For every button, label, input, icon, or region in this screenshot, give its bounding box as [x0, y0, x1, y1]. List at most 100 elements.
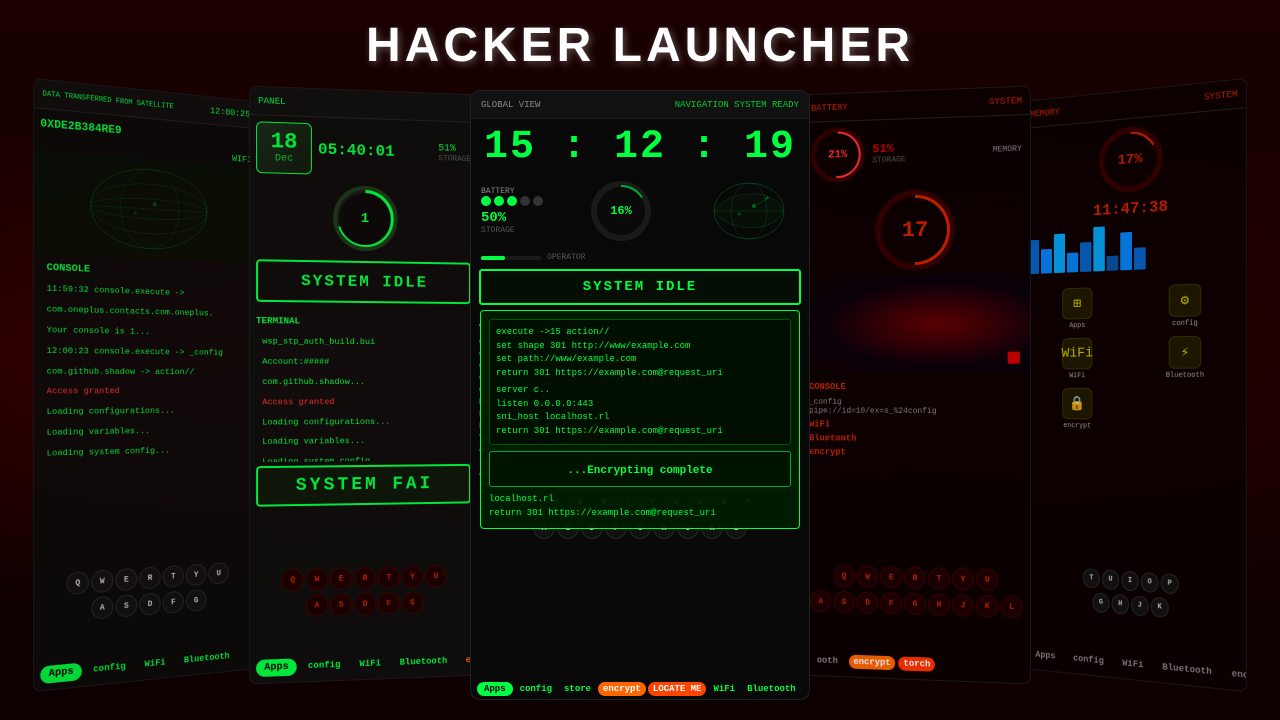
key-h-fr[interactable]: H	[1112, 594, 1129, 615]
battery-pct-right: 21%	[828, 149, 847, 161]
tab-bluetooth-center[interactable]: Bluetooth	[742, 682, 801, 696]
key-u-r[interactable]: U	[976, 568, 998, 591]
key-g-r[interactable]: G	[904, 593, 926, 616]
key-i-fr[interactable]: I	[1121, 570, 1139, 591]
tab-apps-center[interactable]: Apps	[477, 682, 513, 696]
key-h-r[interactable]: H	[928, 593, 950, 616]
date-time-row: 18 Dec 05:40:01 51% STORAGE	[250, 115, 477, 185]
bar-6	[1093, 226, 1104, 271]
battery-circle-value: 16%	[610, 204, 632, 218]
bar-7	[1107, 256, 1119, 271]
battery-gauge: 16%	[591, 181, 651, 241]
battery-dot-5	[533, 196, 543, 206]
key-e-r[interactable]: E	[880, 566, 902, 588]
tab-wifi-left[interactable]: WiFi	[351, 655, 388, 672]
key-t-l[interactable]: T	[378, 566, 400, 588]
icon-bluetooth[interactable]: ⚡ Bluetooth	[1134, 335, 1238, 380]
tab-apps-left[interactable]: Apps	[256, 658, 297, 677]
key-o-fr[interactable]: O	[1141, 572, 1159, 593]
key-q-r[interactable]: Q	[833, 565, 854, 587]
key-r-r[interactable]: R	[904, 567, 926, 590]
key-y[interactable]: Y	[186, 563, 207, 586]
key-j-r[interactable]: J	[952, 594, 974, 617]
key-u-l[interactable]: U	[425, 565, 446, 587]
key-w[interactable]: W	[91, 569, 113, 593]
icon-encrypt: 🔒 encrypt	[1030, 388, 1126, 431]
key-g-l[interactable]: G	[402, 591, 424, 613]
tab-ooth-right[interactable]: ooth	[809, 652, 846, 669]
key-w-l[interactable]: W	[306, 568, 328, 591]
key-s-r[interactable]: S	[833, 591, 854, 613]
tab-apps[interactable]: Apps	[40, 662, 82, 684]
key-t-r[interactable]: T	[928, 567, 950, 590]
terminal-output: wsp_stp_auth_build.bui Account:##### com…	[250, 330, 477, 462]
key-s[interactable]: S	[115, 594, 137, 618]
key-k-fr[interactable]: K	[1151, 597, 1169, 619]
panel-right: BATTERY SYSTEM 21% 51% STORAGE MEMORY	[802, 85, 1031, 684]
bar-charts-far-right	[1023, 211, 1246, 282]
tab-config[interactable]: config	[85, 658, 134, 679]
icon-config: ⚙ config	[1134, 282, 1238, 329]
key-e-l[interactable]: E	[330, 567, 352, 590]
system-idle-center: SYSTEM IDLE	[479, 269, 801, 305]
key-y-l[interactable]: Y	[402, 566, 424, 588]
key-a-r[interactable]: A	[810, 590, 831, 612]
key-f-l[interactable]: F	[378, 592, 400, 615]
tab-apps-fr[interactable]: Apps	[1028, 646, 1063, 665]
tab-bluetooth-far-left[interactable]: Bluetooth	[176, 648, 237, 670]
key-r[interactable]: R	[139, 566, 161, 589]
tab-wifi-center[interactable]: WiFi	[708, 682, 740, 696]
bar-2	[1041, 249, 1052, 274]
key-w-r[interactable]: W	[857, 566, 879, 588]
tab-wifi-far-left[interactable]: WiFi	[137, 654, 174, 674]
tab-encrypt-right[interactable]: encrypt	[849, 655, 896, 671]
key-t-fr[interactable]: T	[1083, 568, 1100, 589]
topbar-satellite-text: DATA TRANSFERRED FROM SATELLITE	[42, 90, 173, 111]
tab-config-left[interactable]: config	[300, 657, 349, 675]
key-q[interactable]: Q	[66, 571, 89, 595]
key-q-l[interactable]: Q	[282, 568, 304, 591]
right-panel-tabs: ooth encrypt torch	[803, 645, 1030, 683]
center-tabs: Apps config store encrypt LOCATE ME WiFi…	[471, 679, 809, 699]
key-f-r[interactable]: F	[880, 592, 902, 615]
key-g[interactable]: G	[186, 589, 207, 612]
tab-locate-center[interactable]: LOCATE ME	[648, 682, 707, 696]
tab-wifi-fr[interactable]: WiFi	[1114, 655, 1151, 675]
tab-encrypt-fr[interactable]: encrypt	[1223, 665, 1247, 687]
key-y-r[interactable]: Y	[952, 568, 974, 591]
console-label-right: CONSOLE	[803, 374, 1030, 396]
key-j-fr[interactable]: J	[1131, 595, 1149, 616]
console-label: CONSOLE	[40, 258, 96, 279]
key-u[interactable]: U	[208, 562, 228, 585]
tab-config-center[interactable]: config	[515, 682, 557, 696]
tab-config-fr[interactable]: config	[1066, 650, 1112, 670]
key-g-fr[interactable]: G	[1092, 592, 1109, 613]
popup-overlay: execute ->15 action// set shape 301 http…	[480, 310, 800, 529]
key-a[interactable]: A	[91, 596, 113, 620]
key-r-l[interactable]: R	[354, 567, 376, 590]
key-e[interactable]: E	[115, 568, 137, 592]
key-d[interactable]: D	[139, 592, 161, 616]
key-l-r[interactable]: L	[1000, 595, 1022, 618]
key-d-r[interactable]: D	[857, 591, 879, 613]
tab-torch-right[interactable]: torch	[899, 656, 936, 671]
tab-store-center[interactable]: store	[559, 682, 596, 696]
gauge-area: 1	[250, 179, 477, 257]
key-u-fr[interactable]: U	[1102, 569, 1119, 590]
key-a-l[interactable]: A	[306, 594, 328, 617]
key-f[interactable]: F	[163, 591, 184, 614]
bar-3	[1054, 234, 1065, 274]
tab-encrypt-center[interactable]: encrypt	[598, 682, 646, 696]
storage-pct-right: 51%	[872, 141, 905, 156]
key-s-l[interactable]: S	[330, 593, 352, 616]
bar-5	[1080, 242, 1091, 272]
key-k-r[interactable]: K	[976, 595, 998, 618]
tab-bluetooth-fr[interactable]: Bluetooth	[1154, 658, 1220, 681]
storage-label-right: STORAGE	[872, 155, 905, 165]
key-d-l[interactable]: D	[354, 593, 376, 616]
key-p-fr[interactable]: P	[1161, 573, 1179, 595]
battery-dots	[481, 196, 543, 206]
key-t[interactable]: T	[163, 565, 184, 588]
tab-bluetooth-left[interactable]: Bluetooth	[392, 653, 455, 671]
battery-50: 50%	[481, 210, 543, 226]
